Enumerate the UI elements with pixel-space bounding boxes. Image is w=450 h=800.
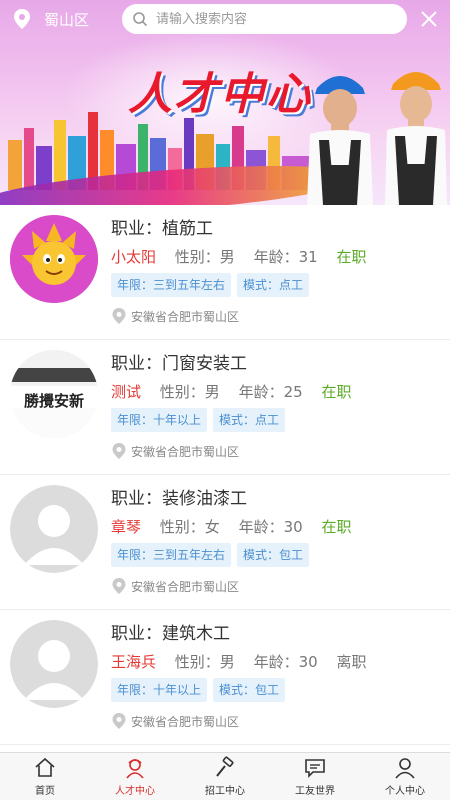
chat-icon <box>305 759 325 778</box>
experience-tag: 年限：三到五年左右 <box>111 273 232 297</box>
nav-label: 招工中心 <box>205 786 245 797</box>
worker-address: 安徽省合肥市蜀山区 <box>131 714 240 729</box>
mode-tag: 模式：包工 <box>237 543 310 567</box>
default-avatar-icon <box>10 485 98 573</box>
status-badge: 在职 <box>321 518 352 536</box>
avatar <box>10 485 98 573</box>
location-pin-icon <box>112 713 126 729</box>
mode-tag: 模式：点工 <box>213 408 286 432</box>
worker-name: 王海兵 <box>111 653 157 671</box>
nav-recruit-center[interactable]: 招工中心 <box>180 753 270 800</box>
banner-title: 人才中心 <box>128 69 312 120</box>
location-pin-icon <box>112 308 126 324</box>
talent-icon <box>126 759 144 779</box>
default-avatar-icon <box>10 620 98 708</box>
location-pin-icon <box>14 9 30 29</box>
close-icon[interactable] <box>418 8 440 30</box>
job-title: 职业：门窗安装工 <box>111 354 247 374</box>
worker-card[interactable]: 职业：植筋工 小太阳 性别：男 年龄：31 在职 年限：三到五年左右 模式：点工… <box>0 205 450 340</box>
job-title: 职业：植筋工 <box>111 219 213 239</box>
worker-list: 职业：植筋工 小太阳 性别：男 年龄：31 在职 年限：三到五年左右 模式：点工… <box>0 205 450 752</box>
search-bar[interactable] <box>122 4 407 34</box>
experience-tag: 年限：三到五年左右 <box>111 543 232 567</box>
mode-tag: 模式：点工 <box>237 273 310 297</box>
nav-label: 个人中心 <box>385 786 425 797</box>
experience-tag: 年限：十年以上 <box>111 408 208 432</box>
avatar <box>10 215 98 303</box>
location-selector[interactable]: 蜀山区 <box>12 8 89 30</box>
location-pin-icon <box>112 578 126 594</box>
experience-tag: 年限：十年以上 <box>111 678 208 702</box>
cartoon-sun-avatar <box>10 215 98 303</box>
nav-worker-world[interactable]: 工友世界 <box>270 753 360 800</box>
worker-name: 小太阳 <box>111 248 157 266</box>
home-icon <box>35 757 55 777</box>
status-badge: 在职 <box>321 383 352 401</box>
worker-card[interactable]: 职业：建筑木工 王海兵 性别：男 年龄：30 离职 年限：十年以上 模式：包工 … <box>0 610 450 745</box>
worker-age: 年龄：30 <box>238 518 303 536</box>
worker-gender: 性别：男 <box>159 383 220 401</box>
worker-age: 年龄：31 <box>253 248 318 266</box>
job-title: 职业：建筑木工 <box>111 624 230 644</box>
location-label: 蜀山区 <box>44 10 90 29</box>
nav-profile[interactable]: 个人中心 <box>360 753 450 800</box>
avatar-sign-text: 勝攪安新 <box>23 392 84 410</box>
worker-name: 测试 <box>111 383 142 401</box>
location-pin-icon <box>112 443 126 459</box>
worker-gender: 性别：女 <box>159 518 220 536</box>
worker-card[interactable]: 勝攪安新 职业：门窗安装工 测试 性别：男 年龄：25 在职 年限：十年以上 模… <box>0 340 450 475</box>
top-bar: 蜀山区 <box>0 0 450 38</box>
hammer-icon <box>216 756 234 777</box>
mode-tag: 模式：包工 <box>213 678 286 702</box>
worker-illustration <box>307 76 373 205</box>
worker-address: 安徽省合肥市蜀山区 <box>131 444 240 459</box>
status-badge: 离职 <box>336 653 367 671</box>
nav-label: 工友世界 <box>295 786 335 797</box>
worker-age: 年龄：25 <box>238 383 303 401</box>
nav-label: 首页 <box>35 786 55 797</box>
worker-address: 安徽省合肥市蜀山区 <box>131 579 240 594</box>
worker-illustration <box>385 72 447 205</box>
worker-age: 年龄：30 <box>253 653 318 671</box>
nav-home[interactable]: 首页 <box>0 753 90 800</box>
person-icon <box>395 758 415 779</box>
job-title: 职业：装修油漆工 <box>111 489 247 509</box>
status-badge: 在职 <box>336 248 367 266</box>
worker-address: 安徽省合肥市蜀山区 <box>131 309 240 324</box>
avatar <box>10 620 98 708</box>
bottom-nav: 首页 人才中心 招工中心 工友世界 个人中心 <box>0 752 450 800</box>
worker-card[interactable]: 职业：装修油漆工 章琴 性别：女 年龄：30 在职 年限：三到五年左右 模式：包… <box>0 475 450 610</box>
nav-talent-center[interactable]: 人才中心 <box>90 753 180 800</box>
search-input[interactable] <box>156 11 386 27</box>
avatar: 勝攪安新 <box>10 350 98 438</box>
search-icon <box>133 12 148 27</box>
worker-name: 章琴 <box>111 518 142 536</box>
worker-gender: 性别：男 <box>174 248 235 266</box>
worker-gender: 性别：男 <box>174 653 235 671</box>
nav-label: 人才中心 <box>115 786 155 797</box>
